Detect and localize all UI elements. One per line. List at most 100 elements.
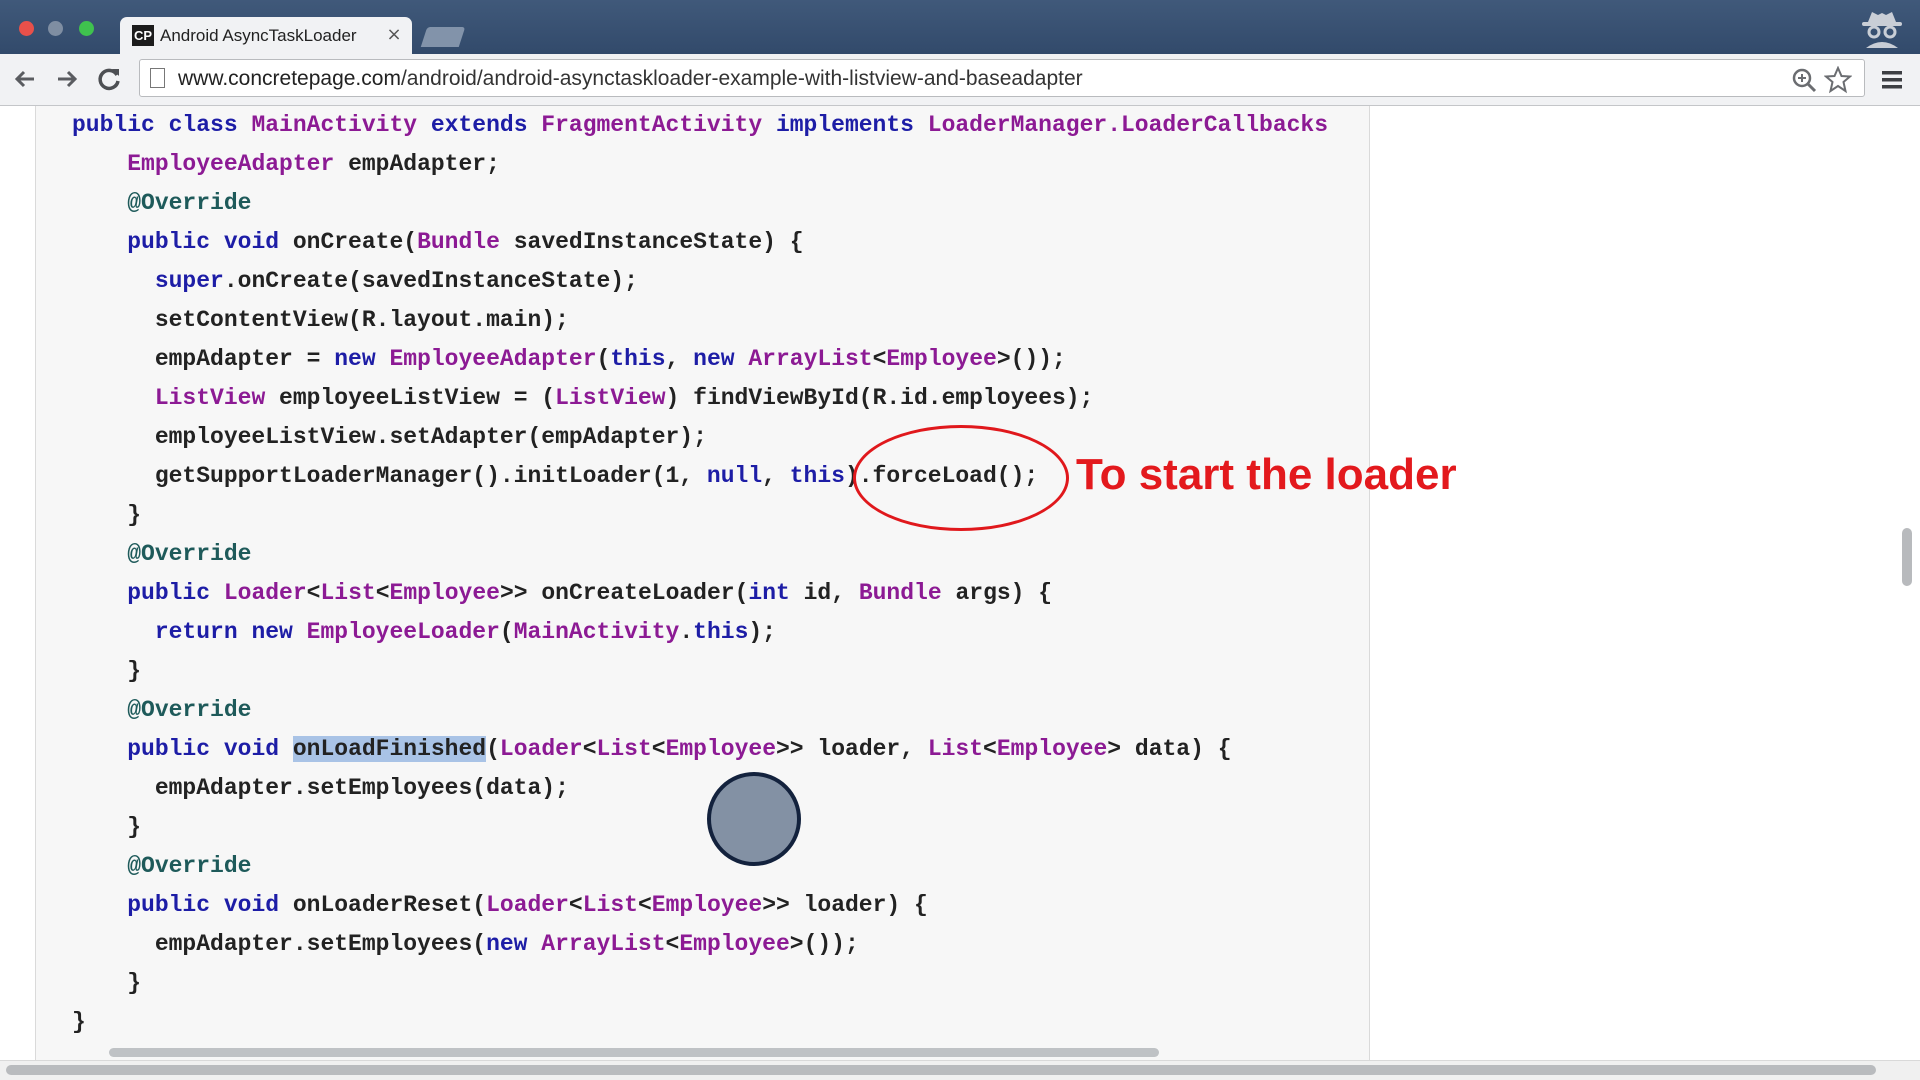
tab-close-icon[interactable]: × (384, 23, 404, 47)
code-token-kw: public void (127, 736, 280, 762)
browser-tab[interactable]: CP Android AsyncTaskLoader × (120, 17, 412, 54)
code-line: return new EmployeeLoader(MainActivity.t… (72, 613, 1328, 652)
code-token-plain: args) { (941, 580, 1053, 606)
code-token-type: EmployeeLoader (306, 619, 500, 645)
code-token-plain: .onCreate(savedInstanceState); (223, 268, 638, 294)
code-token-type: ArrayList (541, 931, 666, 957)
code-token-plain: savedInstanceState) { (499, 229, 804, 255)
code-line: public class MainActivity extends Fragme… (72, 106, 1328, 145)
page-icon (150, 68, 165, 88)
code-line: setContentView(R.layout.main); (72, 301, 1328, 340)
code-line: empAdapter.setEmployees(new ArrayList<Em… (72, 925, 1328, 964)
code-token-ann: @Override (127, 853, 252, 879)
reload-icon[interactable] (94, 64, 124, 94)
code-token-type: List (596, 736, 652, 762)
code-token-plain: < (582, 736, 597, 762)
code-token-plain: , (762, 463, 790, 489)
address-bar[interactable]: www.concretepage.com/android/android-asy… (139, 59, 1865, 97)
url-path: /android/android-asynctaskloader-example… (400, 67, 1083, 90)
page-horizontal-scrollbar-thumb[interactable] (6, 1065, 1876, 1075)
code-token-plain: , (665, 346, 694, 372)
code-token-kw: super (154, 268, 224, 294)
code-token-plain: >> onCreateLoader( (499, 580, 749, 606)
code-line: public Loader<List<Employee>> onCreateLo… (72, 574, 1328, 613)
code-token-kw: null (706, 463, 763, 489)
code-token-plain: } (72, 502, 142, 528)
code-line: } (72, 652, 1328, 691)
code-line: } (72, 496, 1328, 535)
code-horizontal-scrollbar[interactable] (109, 1048, 1159, 1057)
window-minimize-button[interactable] (48, 21, 63, 36)
code-token-type: ListView (154, 385, 266, 411)
window-maximize-button[interactable] (79, 21, 94, 36)
code-token-plain: } (72, 658, 142, 684)
code-token-kw: extends (430, 112, 542, 138)
code-line: } (72, 1003, 1328, 1042)
browser-toolbar: www.concretepage.com/android/android-asy… (0, 54, 1920, 106)
code-token-kw: this (693, 619, 749, 645)
code-token-plain: getSupportLoaderManager().initLoader(1, (72, 463, 707, 489)
code-token-plain: . (679, 619, 694, 645)
code-block: public class MainActivity extends Fragme… (35, 106, 1370, 1060)
incognito-icon[interactable] (1858, 8, 1906, 50)
window-close-button[interactable] (19, 21, 34, 36)
code-token-kw: int (748, 580, 790, 606)
code-token-type: Employee (996, 736, 1108, 762)
code-token-plain: ( (486, 736, 500, 762)
new-tab-button[interactable] (420, 27, 466, 47)
code-token-type: EmployeeAdapter (127, 151, 335, 177)
code-token-kw: this (789, 463, 845, 489)
code-line: @Override (72, 184, 1328, 223)
code-token-type: Employee (679, 931, 790, 957)
code-token-plain: < (306, 580, 321, 606)
code-token-plain: empAdapter.setEmployees( (72, 931, 487, 957)
hamburger-menu-icon[interactable] (1880, 68, 1904, 92)
code-token-kw: this (610, 346, 666, 372)
code-token-plain: employeeListView = ( (265, 385, 556, 411)
code-token-plain: empAdapter; (334, 151, 500, 177)
code-token-type: Employee (665, 736, 776, 762)
star-icon[interactable] (1824, 66, 1852, 94)
code-token-plain: < (872, 346, 887, 372)
annotation-label: To start the loader (1076, 450, 1457, 499)
code-line: public void onLoaderReset(Loader<List<Em… (72, 886, 1328, 925)
code-token-plain: } (72, 814, 142, 840)
code-token-type: EmployeeAdapter (389, 346, 597, 372)
code-token-kw: new (486, 931, 542, 957)
page-horizontal-scrollbar[interactable] (0, 1060, 1920, 1080)
code-token-type: Loader (486, 892, 569, 918)
code-line: empAdapter.setEmployees(data); (72, 769, 1328, 808)
code-token-plain: } (72, 1009, 86, 1035)
code-token-type: Bundle (858, 580, 942, 606)
code-token-kw: implements (775, 112, 928, 138)
url-text[interactable]: www.concretepage.com/android/android-asy… (178, 67, 1083, 91)
url-host: www.concretepage.com (178, 67, 401, 90)
code-line: } (72, 964, 1328, 1003)
zoom-icon[interactable] (1790, 66, 1818, 94)
code-token-kw: new (693, 346, 749, 372)
code-token-kw: return new (154, 619, 307, 645)
browser-titlebar: CP Android AsyncTaskLoader × (0, 0, 1920, 54)
site-favicon: CP (132, 25, 154, 46)
code-token-highlight: onLoadFinished (292, 736, 487, 762)
page-vertical-scrollbar[interactable] (1902, 528, 1912, 586)
code-token-type: Employee (886, 346, 997, 372)
code-listing: public class MainActivity extends Fragme… (72, 106, 1328, 1042)
code-token-type: Loader (499, 736, 583, 762)
code-token-plain: < (651, 736, 666, 762)
arrow-right-icon[interactable] (52, 64, 82, 94)
code-token-plain: setContentView(R.layout.main); (72, 307, 569, 333)
code-token-type: List (582, 892, 638, 918)
code-token-ann: @Override (127, 190, 252, 216)
arrow-left-icon[interactable] (10, 64, 40, 94)
